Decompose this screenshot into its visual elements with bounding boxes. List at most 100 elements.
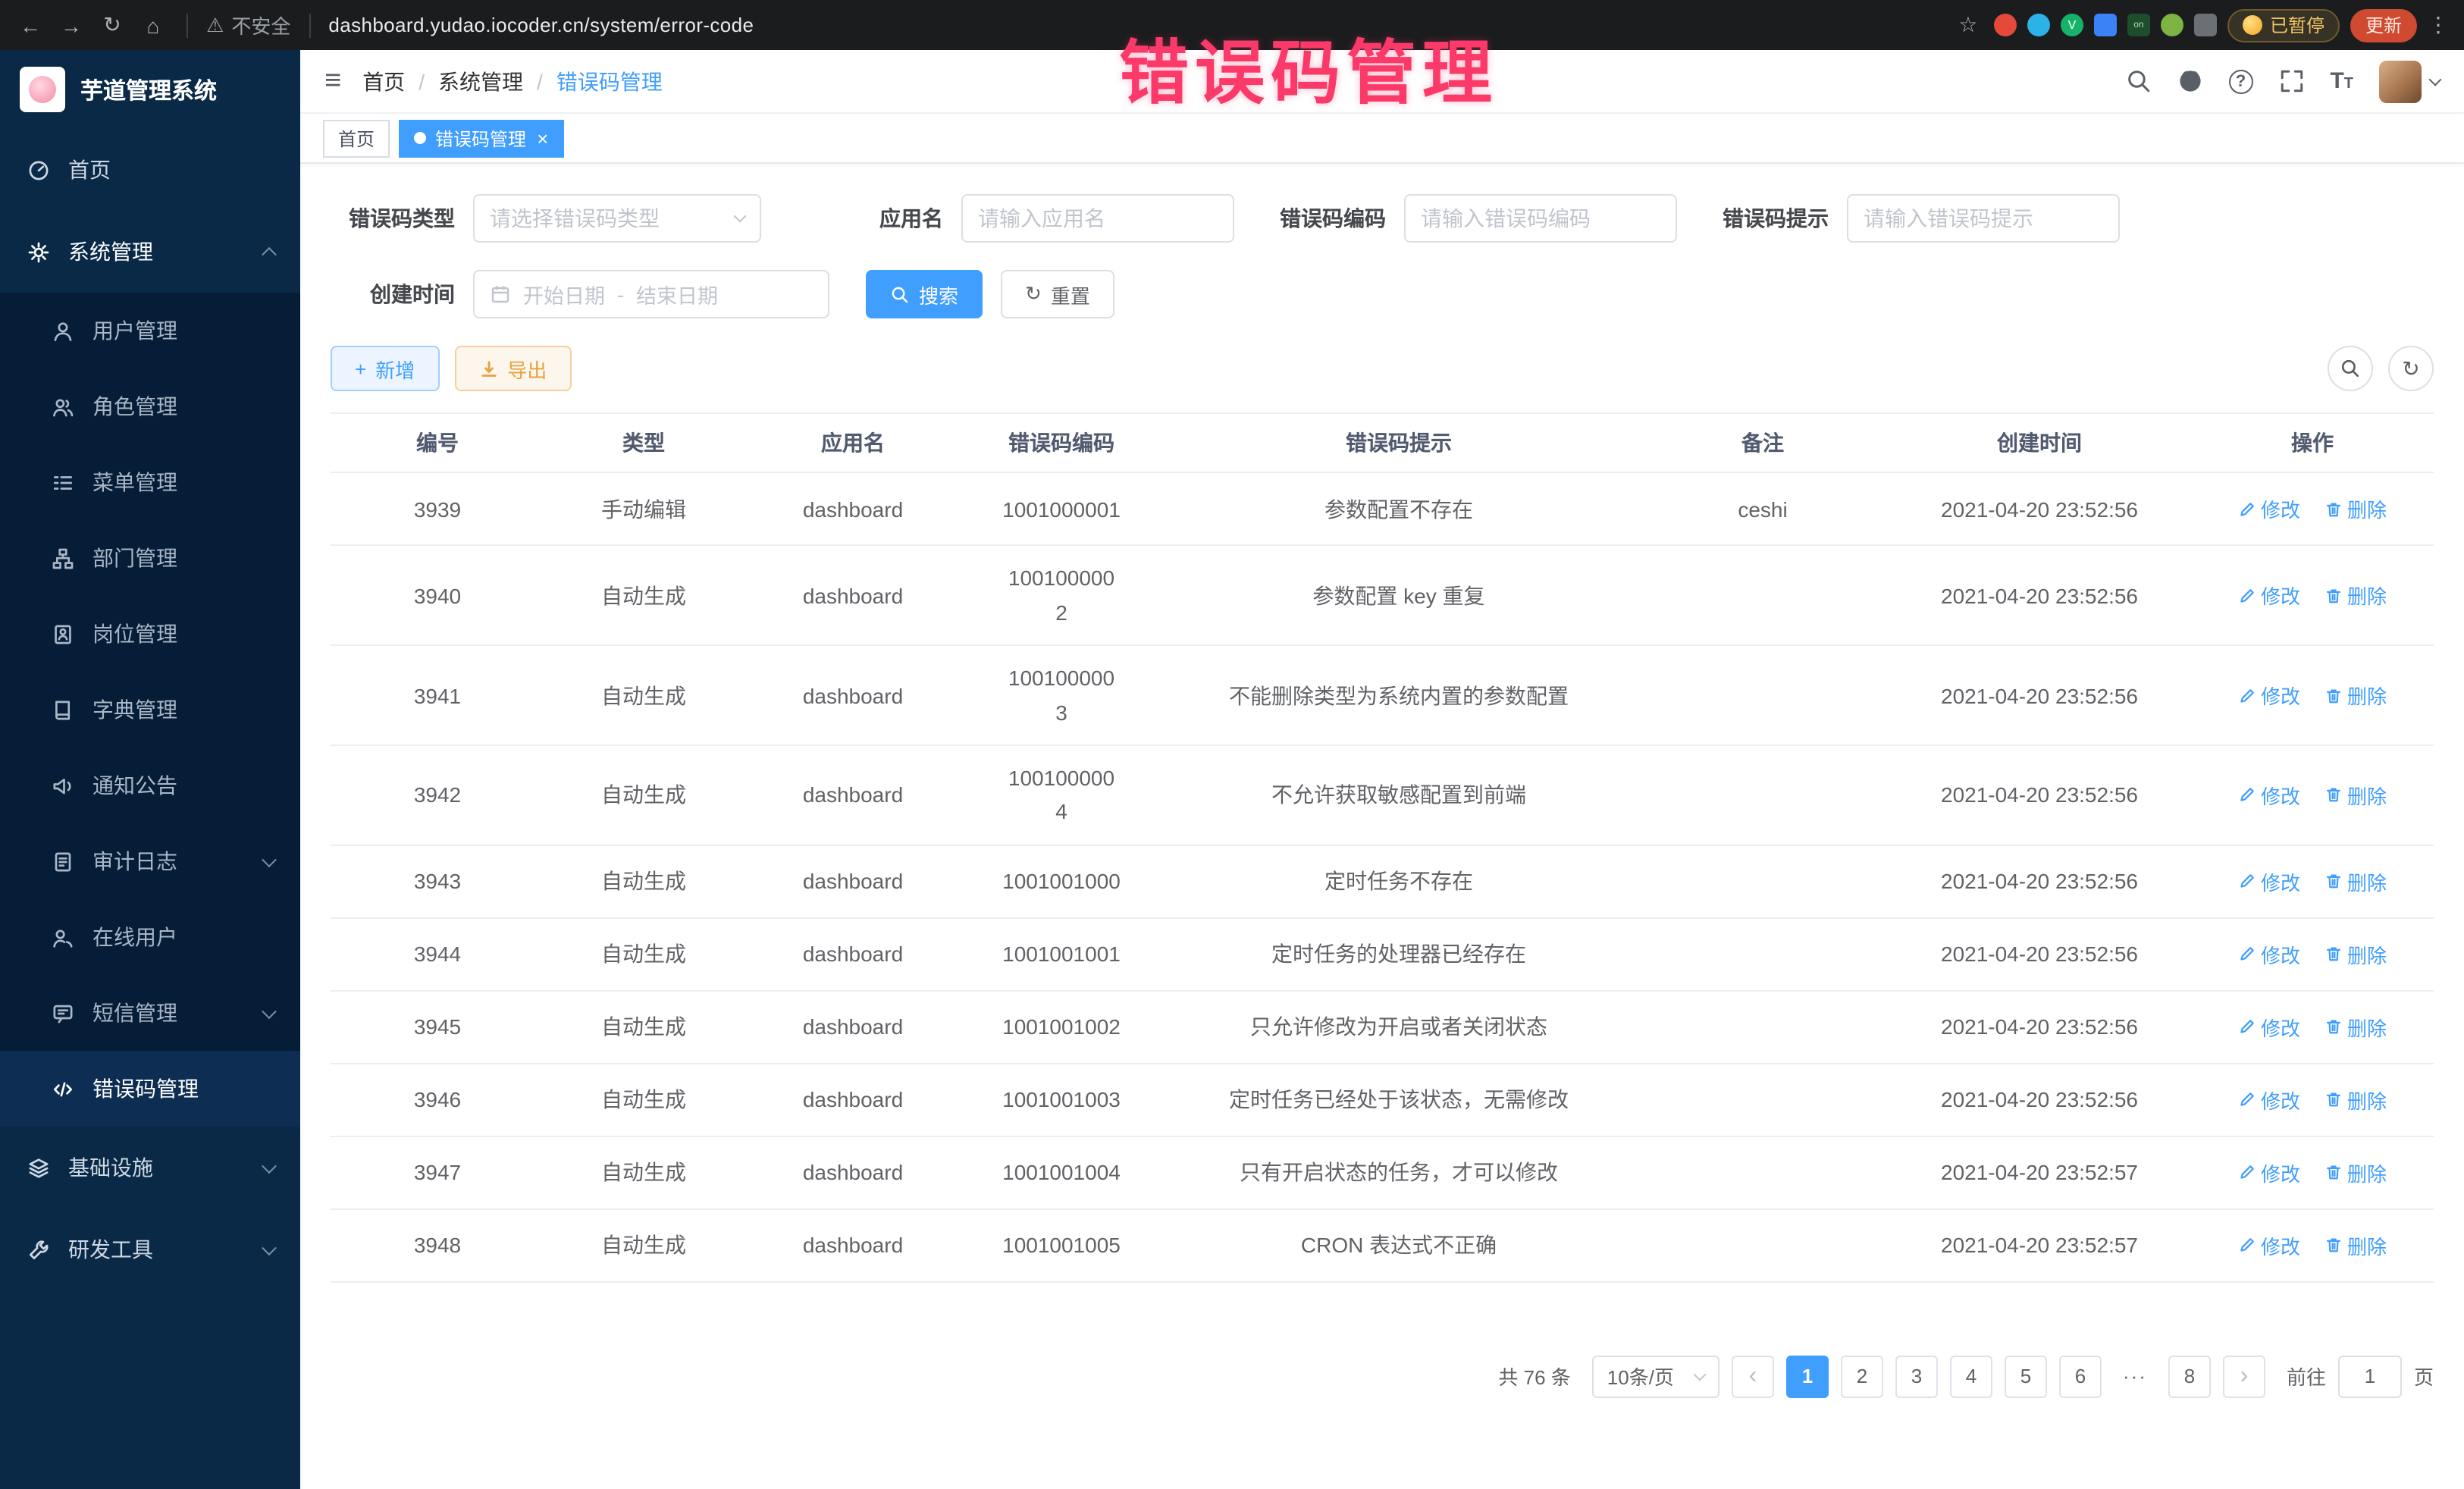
edit-link[interactable]: 修改	[2238, 1012, 2300, 1041]
browser-back-icon[interactable]: ←	[15, 13, 45, 37]
delete-link[interactable]: 删除	[2324, 867, 2387, 895]
delete-link[interactable]: 删除	[2324, 1230, 2387, 1259]
edit-link[interactable]: 修改	[2238, 1230, 2300, 1259]
page-button-1[interactable]: 1	[1786, 1355, 1829, 1397]
more-pages-button[interactable]: ···	[2114, 1355, 2156, 1397]
sidebar-item-home[interactable]: 首页	[0, 129, 300, 211]
extension-icon[interactable]	[1994, 14, 2017, 36]
edit-link[interactable]: 修改	[2238, 867, 2300, 895]
delete-link[interactable]: 删除	[2324, 681, 2387, 710]
tab-error-codes[interactable]: 错误码管理 ×	[399, 119, 563, 157]
sidebar-collapse-icon[interactable]: ≡	[324, 67, 341, 96]
sidebar-item-positions[interactable]: 岗位管理	[0, 596, 300, 672]
edit-link[interactable]: 修改	[2238, 681, 2300, 710]
sidebar-item-roles[interactable]: 角色管理	[0, 368, 300, 444]
edit-link[interactable]: 修改	[2238, 781, 2300, 810]
page-button-8[interactable]: 8	[2168, 1355, 2211, 1397]
page-button-5[interactable]: 5	[2005, 1355, 2047, 1397]
refresh-table-button[interactable]: ↻	[2388, 346, 2434, 391]
delete-link[interactable]: 删除	[2324, 1012, 2387, 1041]
edit-link[interactable]: 修改	[2238, 1085, 2300, 1114]
tab-home[interactable]: 首页	[323, 119, 390, 157]
export-button[interactable]: 导出	[454, 346, 571, 391]
error-type-select[interactable]: 请选择错误码类型	[473, 194, 761, 243]
breadcrumb-system[interactable]: 系统管理	[438, 66, 523, 96]
font-size-icon[interactable]: TT	[2330, 68, 2353, 94]
sidebar-item-audit-log[interactable]: 审计日志	[0, 823, 300, 899]
extension-icon[interactable]: on	[2127, 14, 2150, 36]
date-range-picker[interactable]: 开始日期 - 结束日期	[473, 270, 829, 318]
sidebar-item-online-users[interactable]: 在线用户	[0, 899, 300, 975]
extension-icon[interactable]	[2027, 14, 2050, 36]
close-icon[interactable]: ×	[537, 128, 548, 148]
profile-sync-paused-button[interactable]: 已暂停	[2227, 8, 2340, 42]
breadcrumb-home[interactable]: 首页	[362, 66, 405, 96]
sidebar-item-dictionary[interactable]: 字典管理	[0, 672, 300, 748]
goto-page-input[interactable]	[2338, 1355, 2402, 1397]
app-name-label: 应用名	[761, 203, 943, 234]
sidebar-item-sms[interactable]: 短信管理	[0, 975, 300, 1051]
browser-menu-icon[interactable]: ⋮	[2428, 12, 2449, 38]
toggle-search-button[interactable]	[2328, 346, 2373, 391]
cell-code: 100100000 4	[963, 746, 1160, 845]
extensions-puzzle-icon[interactable]	[2194, 14, 2217, 36]
browser-home-icon[interactable]: ⌂	[138, 13, 168, 37]
cell-id: 3943	[331, 854, 544, 908]
filter-row-1: 错误码类型 请选择错误码类型 应用名 错误码编码 错误码提示	[331, 194, 2434, 243]
sidebar-item-departments[interactable]: 部门管理	[0, 520, 300, 596]
delete-link[interactable]: 删除	[2324, 1158, 2387, 1186]
sidebar-item-error-codes[interactable]: 错误码管理	[0, 1051, 300, 1127]
sidebar-item-infrastructure[interactable]: 基础设施	[0, 1127, 300, 1208]
delete-link[interactable]: 删除	[2324, 581, 2387, 610]
user-icon	[50, 318, 74, 343]
search-button[interactable]: 搜索	[866, 270, 983, 318]
github-icon[interactable]	[2177, 68, 2202, 94]
extension-icon[interactable]	[2094, 14, 2117, 36]
address-bar[interactable]: dashboard.yudao.iocoder.cn/system/error-…	[328, 14, 754, 36]
page-button-4[interactable]: 4	[1950, 1355, 1992, 1397]
app-logo[interactable]: 芋道管理系统	[0, 50, 300, 129]
delete-link[interactable]: 删除	[2324, 781, 2387, 810]
app-title: 芋道管理系统	[80, 74, 217, 105]
add-button[interactable]: + 新增	[331, 346, 439, 391]
sidebar-item-notices[interactable]: 通知公告	[0, 748, 300, 823]
security-indicator[interactable]: ⚠ 不安全	[206, 11, 290, 39]
error-code-input[interactable]	[1421, 206, 1660, 230]
search-icon[interactable]	[2125, 68, 2151, 94]
reset-button[interactable]: ↻ 重置	[1001, 270, 1114, 318]
edit-link[interactable]: 修改	[2238, 495, 2300, 524]
cell-remark	[1638, 939, 1888, 969]
page-button-2[interactable]: 2	[1841, 1355, 1883, 1397]
bookmark-star-icon[interactable]: ☆	[1953, 12, 1983, 38]
browser-forward-icon[interactable]: →	[56, 13, 86, 37]
sidebar-item-menus[interactable]: 菜单管理	[0, 444, 300, 520]
browser-reload-icon[interactable]: ↻	[97, 12, 127, 38]
sidebar-item-devtools[interactable]: 研发工具	[0, 1208, 300, 1290]
prev-page-button[interactable]: ‹	[1732, 1355, 1774, 1397]
help-icon[interactable]: ?	[2228, 69, 2252, 93]
next-page-button[interactable]: ›	[2223, 1355, 2265, 1397]
sms-icon	[50, 1001, 74, 1025]
page-size-select[interactable]: 10条/页	[1592, 1355, 1719, 1397]
edit-link[interactable]: 修改	[2238, 1158, 2300, 1186]
user-avatar-dropdown[interactable]	[2379, 60, 2440, 102]
page-button-6[interactable]: 6	[2059, 1355, 2102, 1397]
sidebar-item-system[interactable]: 系统管理	[0, 211, 300, 293]
extension-icon[interactable]: V	[2061, 14, 2083, 36]
delete-link[interactable]: 删除	[2324, 1085, 2387, 1114]
app-name-input[interactable]	[978, 206, 1218, 230]
sidebar-item-label: 首页	[68, 155, 111, 185]
delete-link[interactable]: 删除	[2324, 939, 2387, 968]
edit-link[interactable]: 修改	[2238, 581, 2300, 610]
delete-link[interactable]: 删除	[2324, 495, 2387, 524]
extension-icon[interactable]	[2161, 14, 2183, 36]
sidebar-item-users[interactable]: 用户管理	[0, 293, 300, 368]
error-hint-input[interactable]	[1864, 206, 2103, 230]
cell-message: CRON 表达式不正确	[1160, 1215, 1638, 1275]
refresh-icon: ↻	[1025, 282, 1042, 306]
page-button-3[interactable]: 3	[1895, 1355, 1938, 1397]
page-size-value: 10条/页	[1607, 1362, 1674, 1390]
fullscreen-icon[interactable]	[2278, 68, 2304, 94]
edit-link[interactable]: 修改	[2238, 939, 2300, 968]
chrome-update-button[interactable]: 更新	[2350, 8, 2417, 42]
